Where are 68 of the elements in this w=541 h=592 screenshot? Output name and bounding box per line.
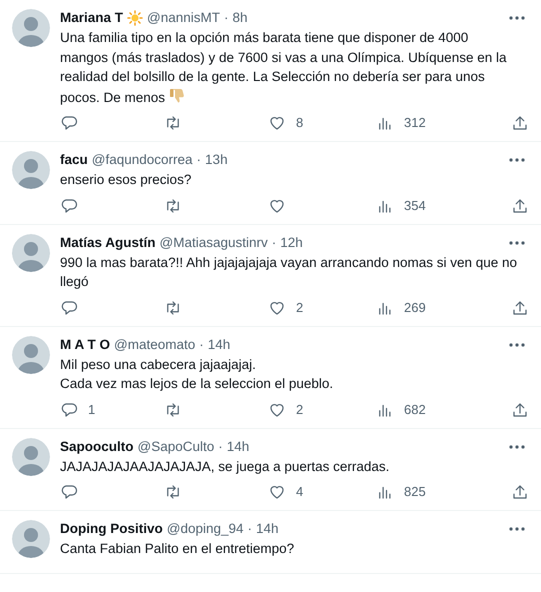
user-handle[interactable]: @Matiasagustinrv: [160, 232, 268, 252]
share-icon: [511, 196, 529, 214]
share-button[interactable]: [511, 196, 529, 214]
post-time[interactable]: 13h: [205, 150, 228, 170]
like-button[interactable]: 4: [268, 482, 376, 502]
user-name[interactable]: Sapooculto: [60, 436, 134, 456]
avatar[interactable]: [12, 520, 50, 558]
reply-icon: [60, 298, 78, 316]
user-name[interactable]: Doping Positivo: [60, 519, 163, 539]
tweet-text: enserio esos precios?: [60, 171, 192, 189]
like-button[interactable]: 2: [268, 298, 376, 318]
share-icon: [511, 114, 529, 132]
views-button[interactable]: 269: [376, 298, 500, 318]
retweet-icon: [164, 400, 182, 418]
retweet-icon: [164, 114, 182, 132]
avatar[interactable]: [12, 438, 50, 476]
tweet-text: JAJAJAJAJAAJAJAJAJA, se juega a puertas cerradas.: [60, 458, 390, 476]
post-time[interactable]: 14h: [208, 334, 230, 354]
separator-dot: ·: [218, 438, 223, 456]
avatar[interactable]: [12, 9, 50, 47]
separator-dot: ·: [248, 520, 252, 538]
share-button[interactable]: [511, 400, 529, 418]
post-time[interactable]: 8h: [232, 8, 248, 28]
share-icon: [511, 483, 529, 501]
user-name[interactable]: Matías Agustín: [60, 232, 156, 252]
user-handle[interactable]: @nannisMT: [147, 8, 220, 28]
post-time[interactable]: 12h: [280, 232, 303, 252]
user-handle[interactable]: @SapoCulto: [138, 436, 214, 456]
views-button[interactable]: 354: [376, 196, 500, 216]
avatar[interactable]: [12, 336, 50, 374]
share-button[interactable]: [511, 114, 529, 132]
like-button[interactable]: 2: [268, 400, 376, 420]
tweet-text: Una familia tipo en la opción más barata tiene que disponer de 4000 mangos (más traslados) y de 7600 si vas a una Olímpica. Ubíquense en la realidad del bolsillo de la gente. La Selección no debería ser para unos pocos. De menos: [60, 29, 508, 107]
like-button[interactable]: 8: [268, 113, 376, 133]
tweet-text: Canta Fabian Palito en el entretiempo?: [60, 540, 296, 558]
separator-dot: ·: [272, 234, 276, 252]
views-button[interactable]: 312: [376, 113, 500, 133]
user-name[interactable]: Mariana T: [60, 8, 124, 28]
reply-icon: [60, 114, 78, 132]
separator-dot: ·: [224, 9, 229, 27]
retweet-icon: [164, 298, 182, 316]
avatar[interactable]: [12, 234, 50, 272]
reply-icon: [60, 196, 78, 214]
tweet-text: 990 la mas barata?!! Ahh jajajajajaja vayan arrancando nomas si ven que no llegó: [60, 254, 518, 291]
retweet-icon: [164, 483, 182, 501]
avatar[interactable]: [12, 151, 50, 189]
reply-button[interactable]: 1: [60, 400, 164, 420]
reply-icon: [60, 400, 78, 418]
views-button[interactable]: 825: [376, 482, 500, 502]
user-handle[interactable]: @doping_94: [166, 519, 244, 539]
retweet-icon: [164, 196, 182, 214]
separator-dot: ·: [196, 151, 202, 169]
post-time[interactable]: 14h: [256, 519, 279, 539]
share-icon: [511, 298, 529, 316]
tweet-text: Mil peso una cabecera jajaajajaj. Cada vez mas lejos de la seleccion el pueblo.: [60, 356, 334, 393]
user-handle[interactable]: @faqundocorrea: [92, 150, 193, 170]
share-icon: [511, 400, 529, 418]
user-name[interactable]: M A T O: [60, 334, 110, 354]
separator-dot: ·: [199, 336, 204, 354]
share-button[interactable]: [511, 483, 529, 501]
post-time[interactable]: 14h: [226, 436, 250, 456]
views-button[interactable]: 682: [376, 400, 500, 420]
heart-icon: [268, 483, 286, 501]
user-name[interactable]: facu: [60, 150, 88, 170]
share-button[interactable]: [511, 298, 529, 316]
heart-icon: [268, 114, 286, 132]
user-handle[interactable]: @mateomato: [114, 334, 196, 354]
reply-icon: [60, 483, 78, 501]
